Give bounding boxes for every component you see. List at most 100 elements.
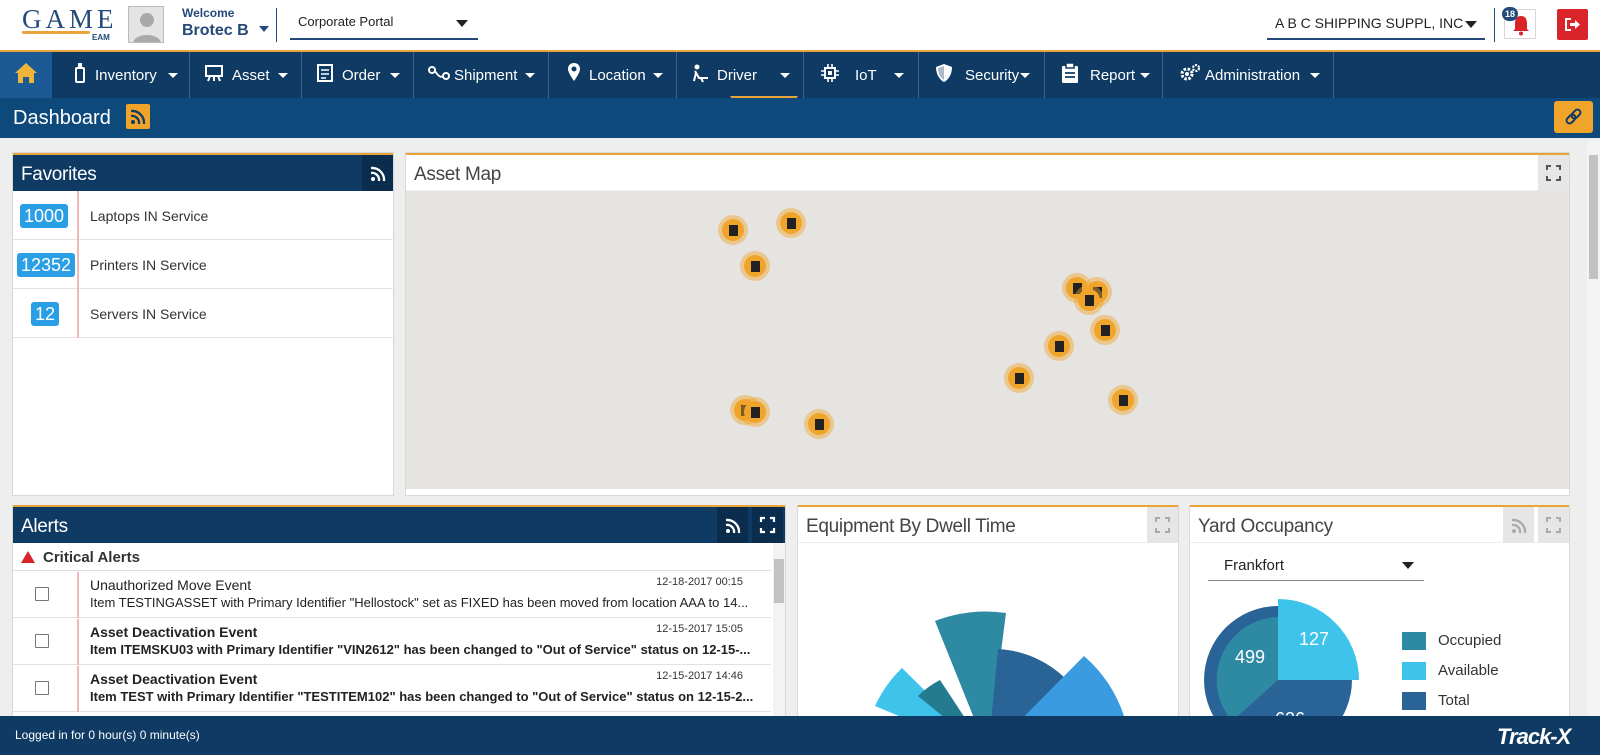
header-divider bbox=[276, 8, 277, 42]
nav-item-label: Report bbox=[1090, 67, 1136, 84]
dashboard-link-button[interactable] bbox=[1554, 101, 1593, 133]
alert-checkbox[interactable] bbox=[35, 681, 49, 695]
map-marker[interactable] bbox=[776, 208, 806, 238]
row-divider bbox=[77, 572, 79, 618]
expand-icon bbox=[759, 516, 776, 534]
header-divider bbox=[1494, 8, 1495, 42]
row-divider bbox=[77, 619, 79, 665]
map-marker[interactable] bbox=[1108, 385, 1138, 415]
chip-icon bbox=[821, 64, 839, 82]
asset-map-expand-button[interactable] bbox=[1538, 155, 1569, 191]
dwell-time-chart bbox=[875, 611, 1124, 716]
favorite-count-badge: 12 bbox=[31, 302, 60, 326]
favorites-title: Favorites bbox=[21, 164, 97, 185]
portal-select-value: Corporate Portal bbox=[298, 14, 394, 29]
legend-swatch bbox=[1402, 662, 1426, 680]
top-header: GAME EAM Welcome Brotec B Corporate Port… bbox=[0, 0, 1600, 52]
critical-alerts-header[interactable]: Critical Alerts bbox=[13, 543, 771, 571]
footer: Logged in for 0 hour(s) 0 minute(s) Trac… bbox=[0, 716, 1600, 755]
yard-location-select[interactable]: Frankfort bbox=[1208, 553, 1424, 581]
favorite-item[interactable]: 12 Servers IN Service bbox=[13, 289, 394, 338]
session-duration: Logged in for 0 hour(s) 0 minute(s) bbox=[15, 728, 200, 742]
company-select[interactable]: A B C SHIPPING SUPPL, INC bbox=[1267, 10, 1485, 40]
alert-checkbox[interactable] bbox=[35, 587, 49, 601]
favorite-label: Laptops IN Service bbox=[90, 208, 209, 224]
alert-description: Item TESTINGASSET with Primary Identifie… bbox=[90, 595, 749, 610]
favorite-item[interactable]: 1000 Laptops IN Service bbox=[13, 191, 394, 240]
alerts-header: Alerts bbox=[13, 505, 785, 543]
dwell-time-expand-button[interactable] bbox=[1147, 507, 1178, 543]
nav-item-label: Shipment bbox=[454, 67, 518, 84]
nav-item-location[interactable]: Location bbox=[549, 52, 677, 98]
scrollbar-thumb[interactable] bbox=[774, 559, 784, 603]
portal-select[interactable]: Corporate Portal bbox=[290, 8, 478, 40]
chevron-down-icon bbox=[894, 73, 904, 78]
alert-row[interactable]: Unauthorized Move Event 12-18-2017 00:15… bbox=[13, 572, 771, 618]
chevron-down-icon bbox=[456, 20, 468, 27]
nav-item-security[interactable]: Security bbox=[919, 52, 1045, 98]
rss-icon bbox=[725, 518, 741, 534]
yard-expand-button[interactable] bbox=[1538, 507, 1569, 543]
logout-button[interactable] bbox=[1557, 9, 1588, 40]
alert-row[interactable]: Asset Deactivation Event 12-15-2017 15:0… bbox=[13, 619, 771, 665]
alerts-scrollbar[interactable] bbox=[773, 543, 785, 716]
avatar[interactable] bbox=[128, 6, 164, 43]
nav-item-report[interactable]: Report bbox=[1045, 52, 1163, 98]
chevron-down-icon bbox=[653, 73, 663, 78]
nav-item-order[interactable]: Order bbox=[302, 52, 414, 98]
nav-item-driver[interactable]: Driver bbox=[677, 52, 804, 98]
driver-icon bbox=[693, 64, 708, 83]
alerts-title: Alerts bbox=[21, 516, 68, 537]
user-menu-chevron-icon[interactable] bbox=[259, 26, 269, 32]
scrollbar-thumb[interactable] bbox=[1589, 155, 1598, 279]
alerts-expand-button[interactable] bbox=[752, 507, 783, 543]
notifications-button[interactable]: 18 bbox=[1502, 7, 1536, 39]
favorite-item[interactable]: 12352 Printers IN Service bbox=[13, 240, 394, 289]
map-marker[interactable] bbox=[740, 251, 770, 281]
alert-description: Item ITEMSKU03 with Primary Identifier "… bbox=[90, 642, 751, 657]
map-marker[interactable] bbox=[718, 215, 748, 245]
dashboard-rss-button[interactable] bbox=[126, 104, 150, 129]
nav-item-label: Driver bbox=[717, 67, 757, 84]
row-divider bbox=[77, 191, 79, 240]
page-scrollbar[interactable] bbox=[1587, 141, 1600, 716]
rss-icon bbox=[370, 166, 386, 182]
chevron-down-icon bbox=[525, 73, 535, 78]
dashboard-header: Dashboard bbox=[0, 98, 1600, 138]
nav-home[interactable] bbox=[0, 52, 52, 98]
nav-item-administration[interactable]: Administration bbox=[1163, 52, 1334, 98]
yard-rss-button[interactable] bbox=[1503, 507, 1534, 543]
dwell-time-title: Equipment By Dwell Time bbox=[806, 516, 1016, 537]
user-name[interactable]: Brotec B bbox=[182, 22, 249, 40]
expand-icon bbox=[1546, 165, 1561, 181]
favorites-rss-button[interactable] bbox=[362, 155, 393, 191]
asset-map[interactable] bbox=[406, 191, 1569, 489]
map-marker[interactable] bbox=[1044, 331, 1074, 361]
chevron-down-icon bbox=[1020, 73, 1030, 78]
alert-title: Asset Deactivation Event bbox=[90, 671, 258, 687]
nav-item-asset[interactable]: Asset bbox=[190, 52, 302, 98]
alert-row[interactable]: Asset Deactivation Event 12-15-2017 14:4… bbox=[13, 666, 771, 712]
row-divider bbox=[77, 289, 79, 338]
map-marker[interactable] bbox=[1090, 315, 1120, 345]
app-logo[interactable]: GAME EAM bbox=[22, 5, 122, 43]
occupied-value: 499 bbox=[1235, 647, 1265, 667]
map-marker[interactable] bbox=[740, 397, 770, 427]
dwell-time-panel: Equipment By Dwell Time bbox=[797, 505, 1179, 716]
nav-item-label: Security bbox=[965, 67, 1020, 84]
nav-item-shipment[interactable]: Shipment bbox=[414, 52, 549, 98]
alerts-rss-button[interactable] bbox=[717, 507, 748, 543]
asset-map-title: Asset Map bbox=[414, 164, 502, 185]
map-marker[interactable] bbox=[804, 409, 834, 439]
user-silhouette-icon bbox=[133, 13, 161, 42]
chevron-down-icon bbox=[1140, 73, 1150, 78]
nav-item-iot[interactable]: IoT bbox=[804, 52, 919, 98]
map-marker[interactable] bbox=[1004, 363, 1034, 393]
asset-map-panel: Asset Map bbox=[405, 152, 1570, 496]
dwell-time-header: Equipment By Dwell Time bbox=[798, 505, 1178, 543]
nav-item-inventory[interactable]: Inventory bbox=[53, 52, 190, 98]
map-marker[interactable] bbox=[1074, 285, 1104, 315]
shipment-icon bbox=[428, 66, 450, 80]
nav-item-label: Administration bbox=[1205, 67, 1301, 84]
alert-checkbox[interactable] bbox=[35, 634, 49, 648]
